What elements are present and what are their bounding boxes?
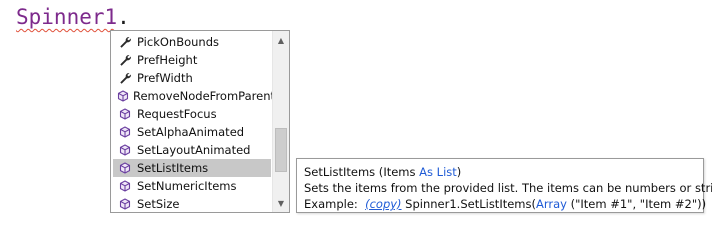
wrench-icon [117, 70, 133, 86]
autocomplete-item-label: PrefHeight [137, 53, 198, 67]
tooltip-example: Example: (copy) Spinner1.SetListItems(Ar… [304, 196, 706, 212]
method-cube-icon [117, 196, 133, 212]
wrench-icon [117, 34, 133, 50]
method-cube-icon [117, 106, 133, 122]
autocomplete-item[interactable]: PrefHeight [113, 51, 271, 69]
autocomplete-item[interactable]: SetSize [113, 195, 271, 213]
tooltip-param-name: Items [383, 165, 416, 179]
tooltip-as-keyword: As [419, 165, 433, 179]
tooltip-method-name: SetListItems [304, 165, 376, 179]
autocomplete-item[interactable]: SetNumericItems [113, 177, 271, 195]
autocomplete-item-label: SetListItems [137, 161, 209, 175]
code-editor-line[interactable]: Spinner1. [16, 4, 130, 30]
autocomplete-popup[interactable]: PickOnBounds PrefHeight PrefWidth RemoveNod… [110, 30, 290, 213]
autocomplete-item-label: SetSize [137, 197, 180, 211]
code-dot: . [117, 5, 130, 29]
autocomplete-item-label: SetLayoutAnimated [137, 143, 251, 157]
wrench-icon [117, 52, 133, 68]
member-tooltip: SetListItems (Items As List) Sets the it… [296, 158, 712, 213]
autocomplete-item[interactable]: SetLayoutAnimated [113, 141, 271, 159]
tooltip-signature: SetListItems (Items As List) [304, 164, 696, 180]
scrollbar-track[interactable] [273, 48, 289, 195]
autocomplete-item-label: PrefWidth [137, 71, 193, 85]
autocomplete-item-label: PickOnBounds [137, 35, 219, 49]
tooltip-array-keyword: Array [535, 197, 567, 211]
autocomplete-item[interactable]: SetAlphaAnimated [113, 123, 271, 141]
tooltip-description: Sets the items from the provided list. T… [304, 181, 712, 195]
autocomplete-item-label: SetNumericItems [137, 179, 237, 193]
autocomplete-list[interactable]: PickOnBounds PrefHeight PrefWidth RemoveNod… [111, 31, 275, 213]
autocomplete-item-label: RemoveNodeFromParent [133, 89, 275, 103]
tooltip-param-type: List [436, 165, 457, 179]
method-cube-icon [117, 142, 133, 158]
scroll-up-arrow-icon[interactable]: ▲ [273, 32, 289, 48]
tooltip-example-code: Spinner1.SetListItems( [401, 197, 536, 211]
autocomplete-item-label: RequestFocus [137, 107, 217, 121]
tooltip-signature-close: ) [456, 165, 462, 179]
scrollbar-thumb[interactable] [275, 128, 287, 172]
tooltip-example-label: Example: [304, 197, 358, 211]
method-cube-icon [117, 124, 133, 140]
autocomplete-item[interactable]: SetListItems [113, 159, 271, 177]
method-cube-icon [117, 178, 133, 194]
tooltip-example-args: ("Item #1", "Item #2")) [566, 197, 707, 211]
method-cube-icon [117, 160, 133, 176]
autocomplete-item[interactable]: RemoveNodeFromParent [113, 87, 275, 105]
autocomplete-item-label: SetAlphaAnimated [137, 125, 245, 139]
autocomplete-scrollbar[interactable]: ▲ ▼ [272, 31, 289, 212]
method-cube-icon [117, 88, 129, 104]
copy-example-link[interactable]: (copy) [365, 197, 401, 211]
autocomplete-item[interactable]: PrefWidth [113, 69, 271, 87]
autocomplete-item[interactable]: PickOnBounds [113, 33, 271, 51]
scroll-down-arrow-icon[interactable]: ▼ [273, 195, 289, 211]
autocomplete-item[interactable]: RequestFocus [113, 105, 271, 123]
code-identifier[interactable]: Spinner1 [16, 5, 117, 29]
